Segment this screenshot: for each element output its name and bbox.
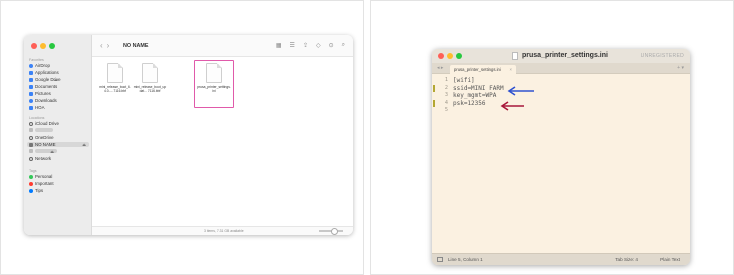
tag-dot-icon: [29, 181, 33, 186]
sidebar-item-network[interactable]: Network: [29, 156, 51, 161]
sidebar-item-google-drive[interactable]: Google Drive ☁: [29, 77, 61, 82]
computer-icon: [29, 128, 33, 132]
tag-personal[interactable]: Personal: [29, 174, 52, 179]
cloud-status-icon: ☁: [53, 77, 58, 82]
finder-status-bar: 3 items, 7.31 GB available: [92, 226, 353, 235]
close-button[interactable]: [31, 43, 37, 49]
file-item[interactable]: mini_release_boot_updat... 7116.bbf: [133, 63, 167, 93]
window-controls: [31, 43, 55, 49]
psk-arrow-icon: [500, 101, 524, 111]
locations-header: Locations: [29, 116, 45, 120]
minimize-button[interactable]: [40, 43, 46, 49]
favorites-header: Favorites: [29, 58, 44, 62]
share-icon[interactable]: ⇪: [303, 42, 308, 49]
google-drive-icon: [29, 77, 33, 82]
more-icon[interactable]: ⊙: [329, 42, 334, 49]
airdrop-icon: [29, 63, 33, 68]
tag-dot-icon: [29, 174, 33, 179]
sidebar-item-redacted-2[interactable]: ⏏: [29, 149, 57, 154]
file-name: mini_release_boot_updat... 7116.bbf: [133, 85, 167, 93]
network-icon: [29, 156, 33, 161]
sidebar-item-pictures[interactable]: Pictures: [29, 91, 51, 96]
finder-toolbar: ‹› NO NAME ▦ ☰ ⇪ ◇ ⊙ ⌕: [92, 35, 353, 57]
syntax-mode[interactable]: Plain Text: [660, 257, 680, 262]
view-grid-icon[interactable]: ▦: [276, 42, 282, 49]
editor-status-bar: Line 5, Column 1 Tab Size: 4 Plain Text: [432, 253, 690, 265]
tab-size[interactable]: Tab Size: 4: [615, 257, 638, 262]
tags-header: Tags: [29, 169, 37, 173]
cloud-icon: [29, 121, 33, 126]
eject-icon[interactable]: ⏏: [50, 149, 54, 154]
sidebar-item-redacted-1[interactable]: [29, 128, 53, 132]
document-icon: [29, 84, 33, 89]
icon-size-slider[interactable]: [319, 228, 343, 234]
tag-important[interactable]: Important: [29, 181, 54, 186]
tag-dot-icon: [29, 188, 33, 193]
eject-icon[interactable]: ⏏: [82, 142, 86, 147]
cloud-icon: [29, 135, 33, 140]
sidebar-item-onedrive[interactable]: OneDrive: [29, 135, 54, 140]
forward-icon[interactable]: ›: [107, 41, 114, 50]
sidebar-item-icloud[interactable]: iCloud Drive: [29, 121, 59, 126]
finder-window: Favorites AirDrop Applications Google Dr…: [24, 35, 353, 235]
sidebar-item-downloads[interactable]: Downloads: [29, 98, 57, 103]
drive-icon: [29, 142, 33, 147]
nav-arrows: ‹›: [100, 41, 113, 50]
screenshot-root: Favorites AirDrop Applications Google Dr…: [0, 0, 734, 275]
tag-icon[interactable]: ◇: [316, 42, 321, 49]
annotation-arrows: [500, 86, 534, 111]
redacted-label: [35, 128, 53, 132]
cursor-position: Line 5, Column 1: [448, 257, 483, 262]
drive-icon: [29, 149, 33, 153]
status-text: 3 items, 7.31 GB available: [204, 229, 244, 233]
pictures-icon: [29, 91, 33, 96]
file-name: mini_release_boot_6.4.0-....7116.bbf: [99, 85, 131, 93]
ssid-arrow-icon: [507, 86, 534, 96]
sidebar-item-applications[interactable]: Applications: [29, 70, 59, 75]
panel-toggle-icon[interactable]: [437, 257, 443, 262]
document-icon: [142, 63, 158, 83]
document-icon: [107, 63, 123, 83]
sidebar-item-no-name[interactable]: NO NAME ⏏: [27, 142, 89, 147]
finder-sidebar: Favorites AirDrop Applications Google Dr…: [24, 35, 92, 235]
file-item[interactable]: mini_release_boot_6.4.0-....7116.bbf: [98, 63, 132, 93]
sidebar-item-documents[interactable]: Documents: [29, 84, 57, 89]
zoom-button[interactable]: [49, 43, 55, 49]
applications-icon: [29, 70, 33, 75]
downloads-icon: [29, 98, 33, 103]
search-icon[interactable]: ⌕: [342, 42, 345, 49]
finder-title: NO NAME: [123, 43, 149, 49]
group-icon[interactable]: ☰: [290, 42, 295, 49]
sidebar-item-airdrop[interactable]: AirDrop: [29, 63, 50, 68]
sidebar-item-hoa[interactable]: HOA: [29, 105, 45, 110]
left-panel: Favorites AirDrop Applications Google Dr…: [0, 0, 364, 275]
folder-icon: [29, 105, 33, 110]
back-icon[interactable]: ‹: [100, 41, 107, 50]
file-highlight-box: [194, 60, 234, 108]
toolbar-icons: ▦ ☰ ⇪ ◇ ⊙ ⌕: [276, 42, 345, 49]
editor-window: prusa_printer_settings.ini UNREGISTERED …: [432, 49, 690, 265]
tag-tips[interactable]: Tips: [29, 188, 43, 193]
